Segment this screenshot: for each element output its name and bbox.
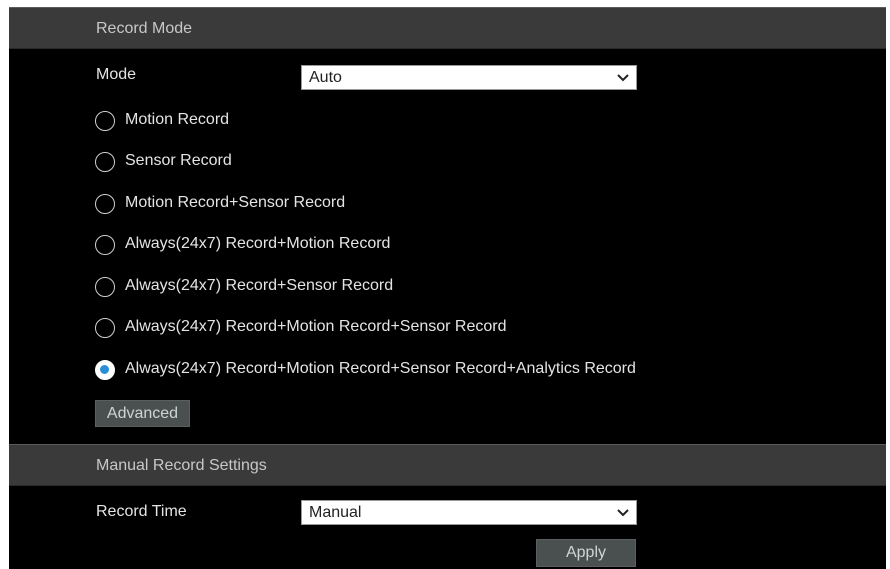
radio-option-label: Always(24x7) Record+Motion Record+Sensor… — [125, 360, 636, 377]
radio-option-label: Sensor Record — [125, 152, 232, 169]
record-mode-title: Record Mode — [96, 20, 193, 37]
record-time-select[interactable]: Manual — [301, 500, 637, 525]
radio-button-selected[interactable] — [95, 360, 115, 380]
radio-option-label: Always(24x7) Record+Sensor Record — [125, 277, 394, 294]
radio-option-label: Motion Record+Sensor Record — [125, 194, 346, 211]
record-settings-panel: Record Mode Mode Auto Motion Record Sens… — [9, 7, 886, 569]
radio-option-label: Always(24x7) Record+Motion Record — [125, 235, 391, 252]
advanced-button[interactable]: Advanced — [95, 400, 190, 427]
chevron-down-icon — [617, 509, 629, 517]
radio-button[interactable] — [95, 318, 115, 338]
mode-select[interactable]: Auto — [301, 65, 637, 90]
radio-button[interactable] — [95, 277, 115, 297]
record-time-select-value: Manual — [309, 504, 362, 521]
radio-button[interactable] — [95, 194, 115, 214]
manual-record-settings-title: Manual Record Settings — [96, 457, 267, 474]
record-mode-header: Record Mode — [9, 7, 886, 49]
chevron-down-icon — [617, 74, 629, 82]
apply-button[interactable]: Apply — [536, 539, 636, 567]
radio-option-label: Always(24x7) Record+Motion Record+Sensor… — [125, 318, 507, 335]
record-time-label: Record Time — [96, 503, 187, 520]
radio-button[interactable] — [95, 152, 115, 172]
mode-select-value: Auto — [309, 69, 342, 86]
radio-option-label: Motion Record — [125, 111, 230, 128]
radio-button[interactable] — [95, 235, 115, 255]
radio-button[interactable] — [95, 111, 115, 131]
mode-label: Mode — [96, 66, 137, 83]
manual-record-settings-header: Manual Record Settings — [9, 444, 886, 486]
